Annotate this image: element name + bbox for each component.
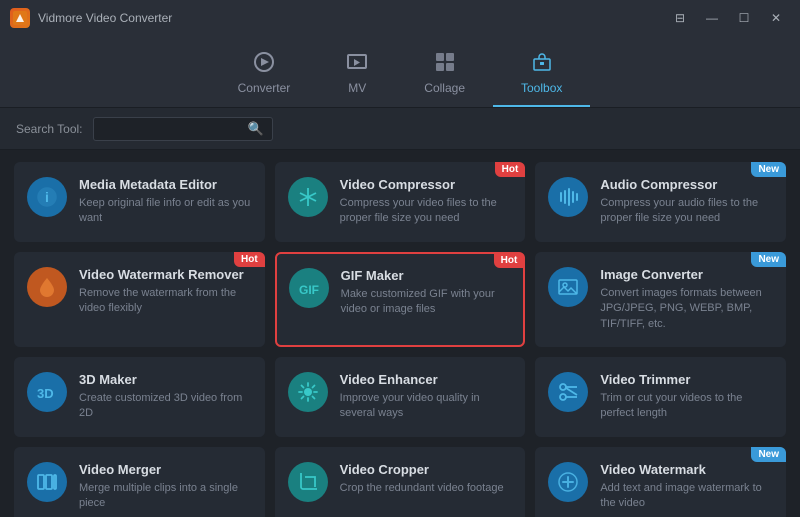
tool-icon-media-metadata-editor: i [27,177,67,217]
toolbox-icon [531,51,553,77]
maximize-button[interactable]: ☐ [730,8,758,28]
badge-audio-compressor: New [751,162,786,177]
tool-title-video-trimmer: Video Trimmer [600,372,773,387]
converter-icon [253,51,275,77]
badge-video-watermark: New [751,447,786,462]
tool-title-video-merger: Video Merger [79,462,252,477]
tool-icon-audio-compressor [548,177,588,217]
badge-video-watermark-remover: Hot [234,252,265,267]
search-input-wrap: 🔍 [93,117,273,141]
tool-text-video-watermark: Video Watermark Add text and image water… [600,462,773,512]
tool-title-3d-maker: 3D Maker [79,372,252,387]
tool-title-video-cropper: Video Cropper [340,462,513,477]
tool-title-video-watermark: Video Watermark [600,462,773,477]
tool-title-media-metadata-editor: Media Metadata Editor [79,177,252,192]
tool-card-video-watermark-remover[interactable]: Hot Video Watermark Remover Remove the w… [14,252,265,347]
tab-mv[interactable]: MV [318,43,396,107]
restore-button[interactable]: — [698,8,726,28]
tool-title-video-compressor: Video Compressor [340,177,513,192]
tool-card-gif-maker[interactable]: Hot GIF GIF Maker Make customized GIF wi… [275,252,526,347]
tool-title-video-enhancer: Video Enhancer [340,372,513,387]
tools-grid: i Media Metadata Editor Keep original fi… [0,150,800,517]
tool-card-3d-maker[interactable]: 3D 3D Maker Create customized 3D video f… [14,357,265,437]
search-icon[interactable]: 🔍 [248,121,264,137]
tool-text-video-watermark-remover: Video Watermark Remover Remove the water… [79,267,252,317]
tool-desc-video-trimmer: Trim or cut your videos to the perfect l… [600,391,773,422]
tool-text-gif-maker: GIF Maker Make customized GIF with your … [341,268,512,318]
title-bar: Vidmore Video Converter ⊟ — ☐ ✕ [0,0,800,36]
tool-icon-video-trimmer [548,372,588,412]
tool-card-video-compressor[interactable]: Hot Video Compressor Compress your video… [275,162,526,242]
badge-image-converter: New [751,252,786,267]
tab-toolbox-label: Toolbox [521,81,562,95]
tool-title-image-converter: Image Converter [600,267,773,282]
tool-desc-image-converter: Convert images formats between JPG/JPEG,… [600,286,773,332]
tab-toolbox[interactable]: Toolbox [493,43,590,107]
tool-desc-3d-maker: Create customized 3D video from 2D [79,391,252,422]
tool-icon-video-merger [27,462,67,502]
tool-desc-video-watermark-remover: Remove the watermark from the video flex… [79,286,252,317]
tool-card-video-watermark[interactable]: New Video Watermark Add text and image w… [535,447,786,517]
title-bar-controls: ⊟ — ☐ ✕ [666,8,790,28]
tool-icon-video-enhancer [288,372,328,412]
tool-card-video-merger[interactable]: Video Merger Merge multiple clips into a… [14,447,265,517]
tool-desc-video-compressor: Compress your video files to the proper … [340,196,513,227]
mv-icon [346,51,368,77]
svg-text:3D: 3D [37,386,54,401]
tool-icon-3d-maker: 3D [27,372,67,412]
title-bar-left: Vidmore Video Converter [10,8,172,28]
close-button[interactable]: ✕ [762,8,790,28]
tool-text-video-cropper: Video Cropper Crop the redundant video f… [340,462,513,496]
tab-collage-label: Collage [424,81,465,95]
tool-text-video-compressor: Video Compressor Compress your video fil… [340,177,513,227]
tab-converter-label: Converter [238,81,291,95]
tool-desc-video-merger: Merge multiple clips into a single piece [79,481,252,512]
tool-icon-video-watermark [548,462,588,502]
minimize-button[interactable]: ⊟ [666,8,694,28]
tool-card-video-enhancer[interactable]: Video Enhancer Improve your video qualit… [275,357,526,437]
tool-text-media-metadata-editor: Media Metadata Editor Keep original file… [79,177,252,227]
tool-desc-video-watermark: Add text and image watermark to the vide… [600,481,773,512]
search-input[interactable] [102,122,242,136]
tool-desc-gif-maker: Make customized GIF with your video or i… [341,287,512,318]
tool-card-image-converter[interactable]: New Image Converter Convert images forma… [535,252,786,347]
svg-text:i: i [45,189,49,205]
tool-text-image-converter: Image Converter Convert images formats b… [600,267,773,332]
search-bar: Search Tool: 🔍 [0,108,800,150]
tool-desc-video-cropper: Crop the redundant video footage [340,481,513,496]
tool-icon-image-converter [548,267,588,307]
tab-collage[interactable]: Collage [396,43,493,107]
collage-icon [434,51,456,77]
search-label: Search Tool: [16,122,83,136]
tool-desc-video-enhancer: Improve your video quality in several wa… [340,391,513,422]
tool-text-3d-maker: 3D Maker Create customized 3D video from… [79,372,252,422]
tool-title-gif-maker: GIF Maker [341,268,512,283]
tool-card-video-trimmer[interactable]: Video Trimmer Trim or cut your videos to… [535,357,786,437]
tool-card-audio-compressor[interactable]: New Audio Compressor Compress your audio… [535,162,786,242]
tool-text-video-merger: Video Merger Merge multiple clips into a… [79,462,252,512]
tab-converter[interactable]: Converter [210,43,319,107]
tool-card-media-metadata-editor[interactable]: i Media Metadata Editor Keep original fi… [14,162,265,242]
badge-gif-maker: Hot [494,253,525,268]
tool-text-video-trimmer: Video Trimmer Trim or cut your videos to… [600,372,773,422]
badge-video-compressor: Hot [495,162,526,177]
tool-title-audio-compressor: Audio Compressor [600,177,773,192]
tool-title-video-watermark-remover: Video Watermark Remover [79,267,252,282]
tool-desc-audio-compressor: Compress your audio files to the proper … [600,196,773,227]
app-title: Vidmore Video Converter [38,11,172,25]
svg-text:GIF: GIF [299,283,319,297]
tool-text-video-enhancer: Video Enhancer Improve your video qualit… [340,372,513,422]
nav-tabs: Converter MV Collage [0,36,800,108]
tool-icon-video-compressor [288,177,328,217]
tool-icon-video-cropper [288,462,328,502]
tool-card-video-cropper[interactable]: Video Cropper Crop the redundant video f… [275,447,526,517]
tool-text-audio-compressor: Audio Compressor Compress your audio fil… [600,177,773,227]
app-icon [10,8,30,28]
tab-mv-label: MV [348,81,366,95]
tool-icon-gif-maker: GIF [289,268,329,308]
tool-desc-media-metadata-editor: Keep original file info or edit as you w… [79,196,252,227]
tool-icon-video-watermark-remover [27,267,67,307]
